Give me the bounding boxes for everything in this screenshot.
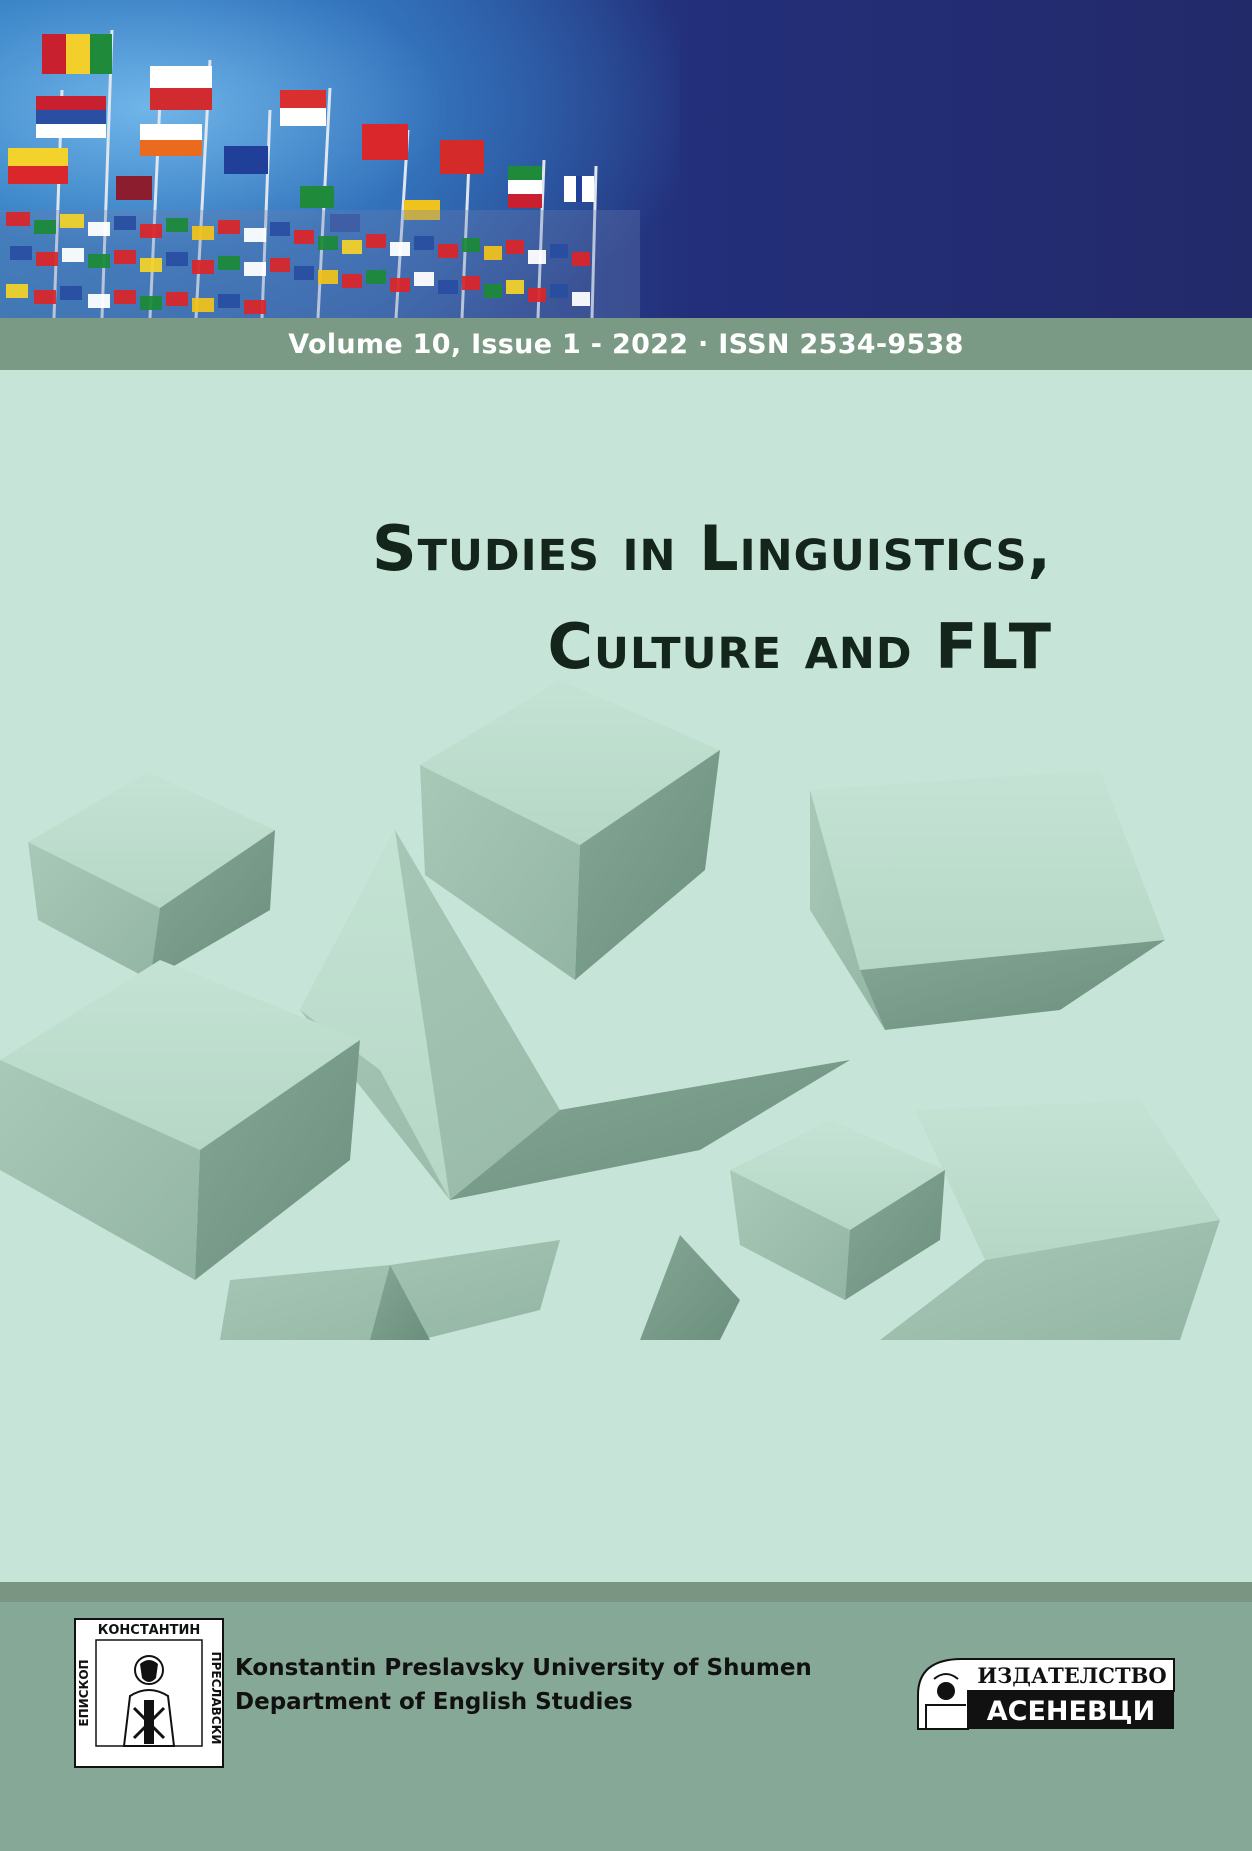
title-line-1: Studies in Linguistics,: [372, 512, 1052, 585]
university-logo-top-text: КОНСТАНТИН: [98, 1623, 201, 1638]
journal-cover: Volume 10, Issue 1 - 2022 · ISSN 2534-95…: [0, 0, 1252, 1851]
footer-divider: [0, 1582, 1252, 1602]
university-logo: КОНСТАНТИН ЕПИСКОП ПРЕСЛАВСКИ: [74, 1618, 224, 1768]
cubes-illustration: [0, 680, 1220, 1340]
journal-title: Studies in Linguistics, Culture and FLT: [372, 500, 1052, 696]
department-name: Department of English Studies: [235, 1689, 633, 1715]
university-name: Konstantin Preslavsky University of Shum…: [235, 1655, 812, 1681]
volume-issue-issn: Volume 10, Issue 1 - 2022 · ISSN 2534-95…: [288, 328, 964, 360]
flags-banner: [0, 0, 1252, 318]
university-logo-left-text: ЕПИСКОП: [77, 1659, 91, 1726]
publisher-text: Konstantin Preslavsky University of Shum…: [235, 1651, 812, 1719]
publisher-logo-top-text: ИЗДАТЕЛСТВО: [977, 1663, 1166, 1688]
cube-top: [420, 680, 720, 980]
cube-left: [28, 772, 275, 980]
flags-illustration: [0, 29, 640, 318]
university-logo-right-text: ПРЕСЛАВСКИ: [209, 1652, 223, 1745]
cube-small-right: [730, 1120, 945, 1300]
publisher-logo: ИЗДАТЕЛСТВО АСЕНЕВЦИ: [917, 1658, 1175, 1730]
cube-right: [810, 770, 1165, 1030]
volume-bar: Volume 10, Issue 1 - 2022 · ISSN 2534-95…: [0, 318, 1252, 370]
publisher-logo-bottom-text: АСЕНЕВЦИ: [987, 1696, 1155, 1727]
cube-bottom-fragments: [220, 1235, 740, 1340]
